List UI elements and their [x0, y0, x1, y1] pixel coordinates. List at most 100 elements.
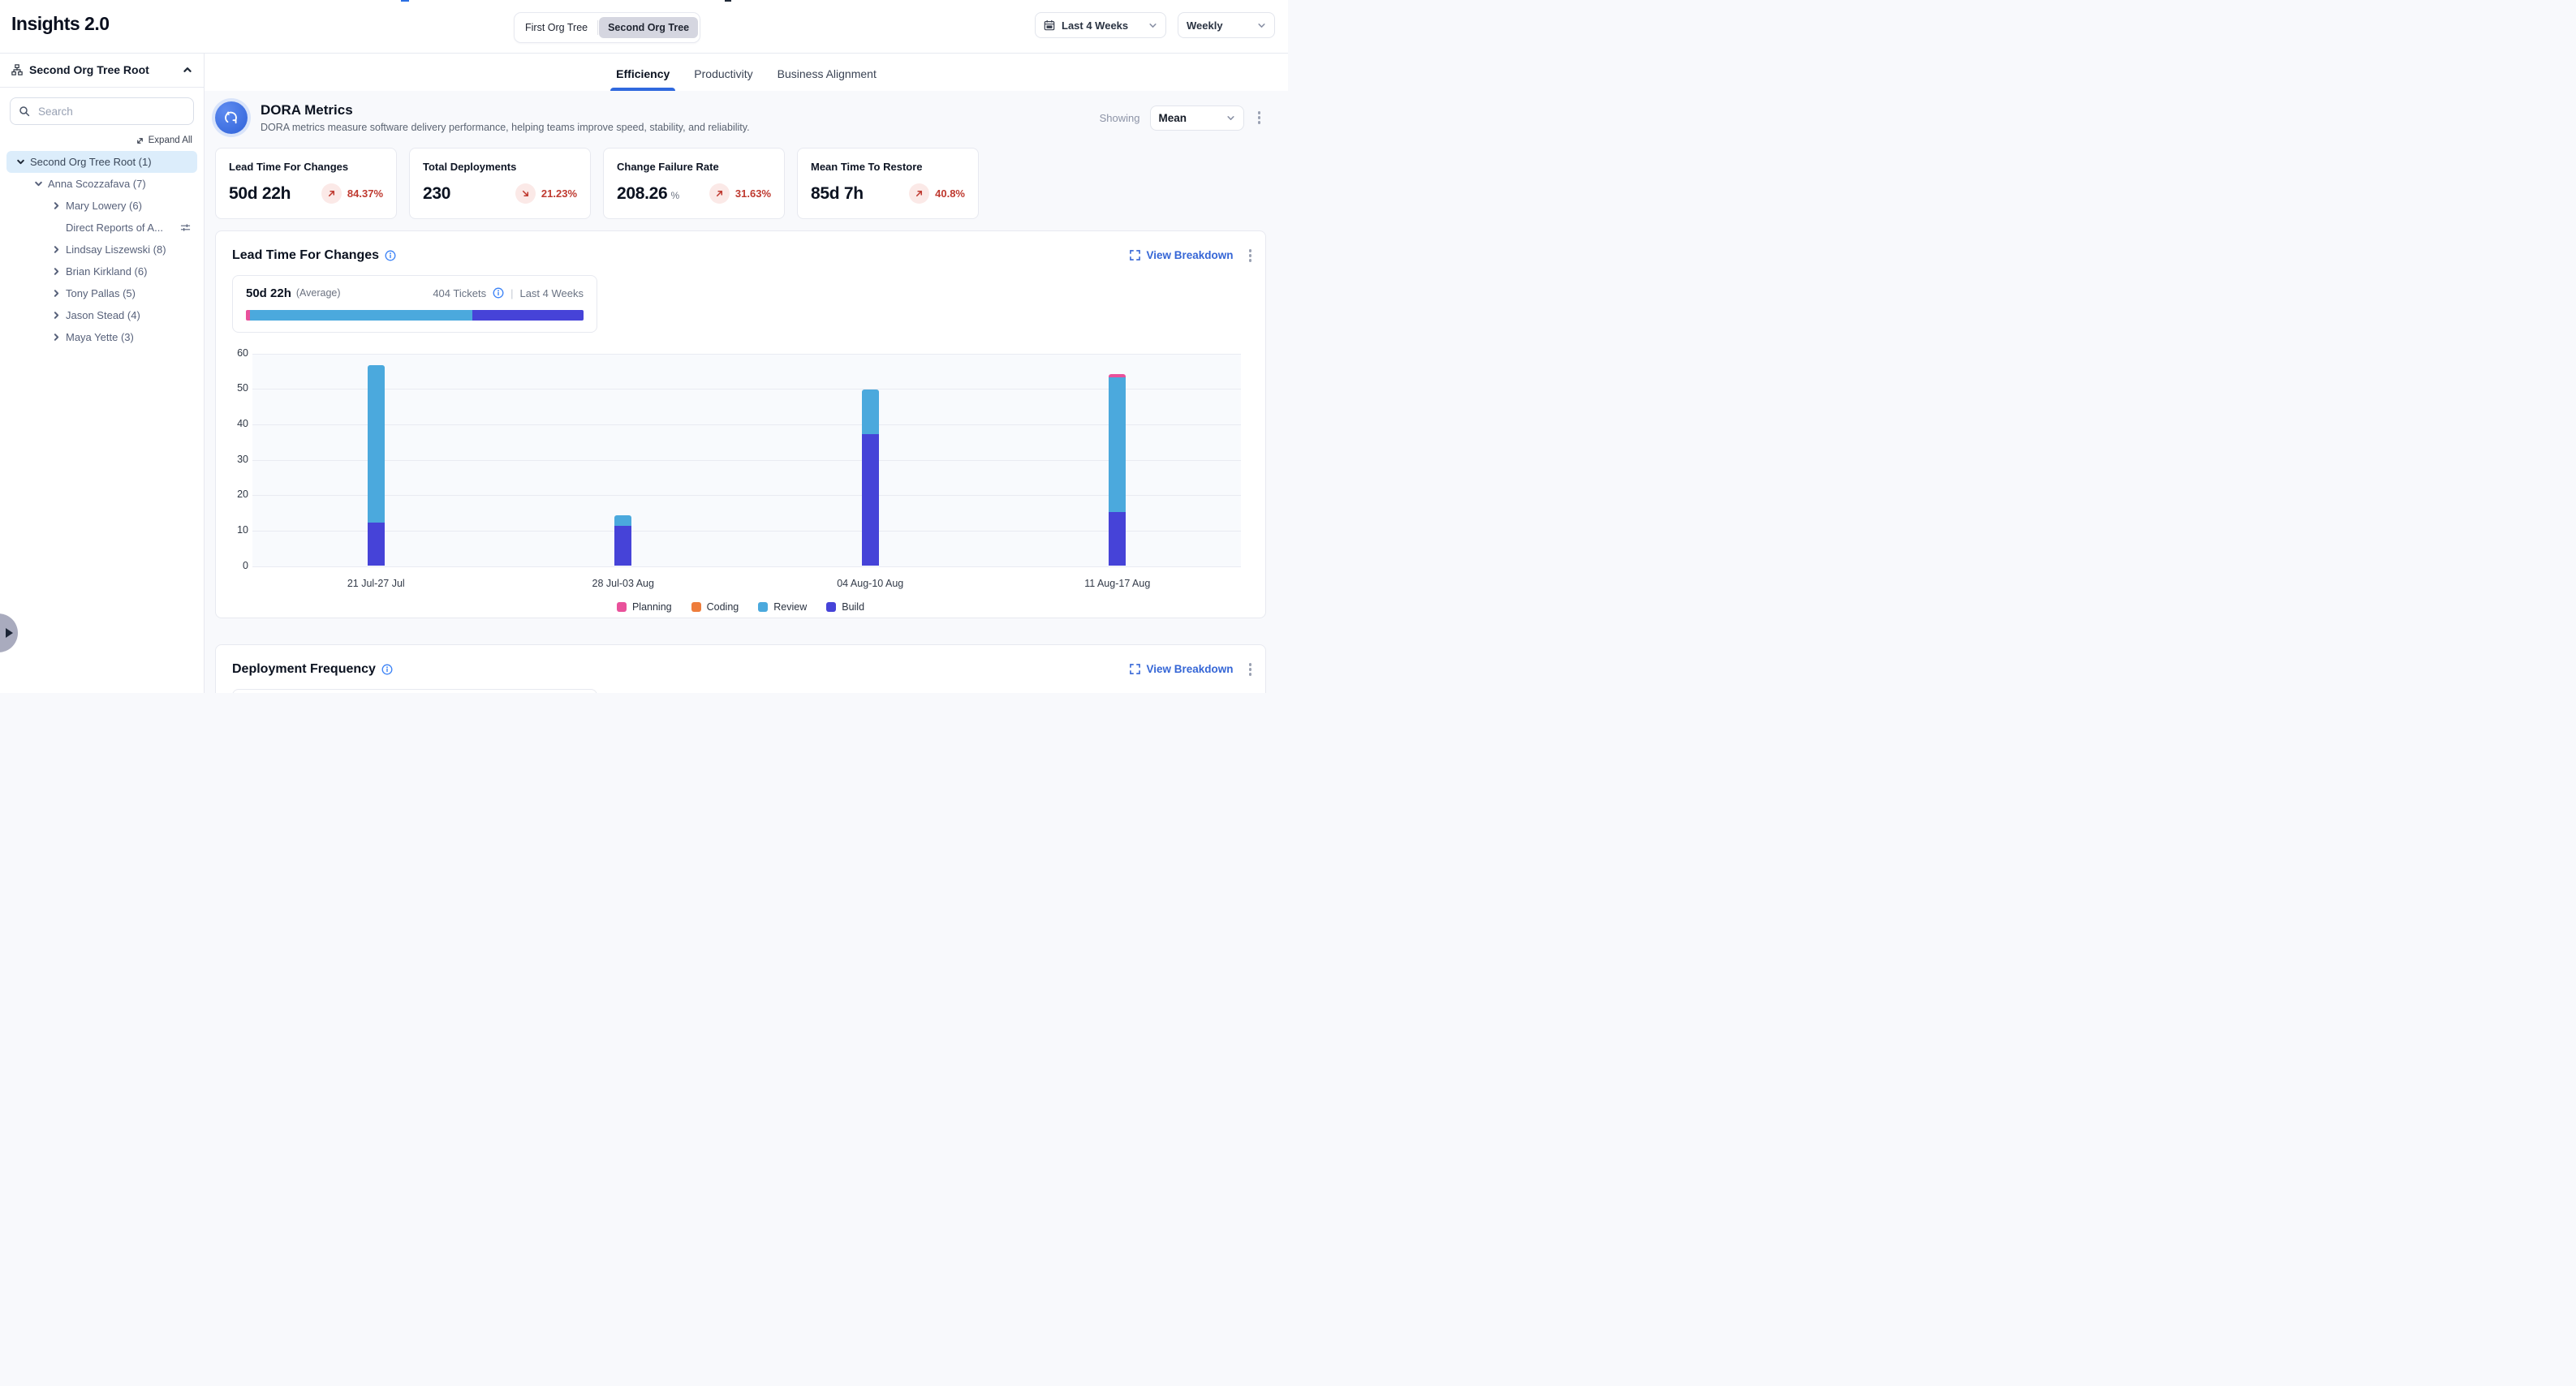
- dora-menu-button[interactable]: [1254, 108, 1265, 127]
- header-controls: Last 4 Weeks Weekly: [1035, 12, 1275, 38]
- tree-item-label: Tony Pallas (5): [66, 287, 136, 299]
- metric-card-total-deployments: Total Deployments23021.23%: [409, 148, 591, 219]
- top-header: Insights 2.0 First Org TreeSecond Org Tr…: [0, 0, 1288, 54]
- metric-delta: 21.23%: [515, 183, 577, 204]
- tree-item-anna-scozzafava-7[interactable]: Anna Scozzafava (7): [6, 173, 197, 195]
- legend-item-coding[interactable]: Coding: [691, 601, 739, 613]
- chevron-right-icon[interactable]: [52, 267, 61, 276]
- gridline-y10: [252, 531, 1241, 532]
- summary-range: Last 4 Weeks: [519, 287, 584, 299]
- chevron-right-icon[interactable]: [52, 289, 61, 298]
- view-breakdown-button[interactable]: View Breakdown: [1130, 249, 1233, 261]
- stacked-bar-28-jul-03-aug[interactable]: [614, 515, 631, 565]
- tree-item-jason-stead-4[interactable]: Jason Stead (4): [6, 304, 197, 326]
- expand-all-button[interactable]: Expand All: [0, 128, 204, 151]
- granularity-dropdown[interactable]: Weekly: [1178, 12, 1275, 38]
- tree-item-tony-pallas-5[interactable]: Tony Pallas (5): [6, 282, 197, 304]
- sidebar-search[interactable]: [10, 97, 194, 125]
- chart-legend: Planning Coding Review Build: [232, 601, 1249, 613]
- metric-title: Mean Time To Restore: [811, 161, 965, 173]
- active-tab-underline: [610, 88, 675, 91]
- date-range-dropdown[interactable]: Last 4 Weeks: [1035, 12, 1166, 38]
- y-tick-label: 30: [230, 454, 248, 465]
- metric-value-row: 50d 22h 84.37%: [229, 183, 383, 204]
- chevron-up-icon[interactable]: [183, 65, 192, 75]
- delta-percent: 21.23%: [541, 187, 577, 200]
- tab-productivity[interactable]: Productivity: [694, 67, 752, 91]
- showing-value: Mean: [1159, 112, 1187, 124]
- chevron-right-icon[interactable]: [52, 311, 61, 320]
- view-breakdown-button[interactable]: View Breakdown: [1130, 663, 1233, 675]
- gridline-y50: [252, 389, 1241, 390]
- dora-title: DORA Metrics: [261, 102, 750, 118]
- info-icon[interactable]: [493, 287, 504, 299]
- y-tick-label: 10: [230, 524, 248, 536]
- metric-title: Change Failure Rate: [617, 161, 771, 173]
- info-icon[interactable]: [385, 250, 396, 261]
- deployment-card-header: Deployment Frequency View Breakdown: [232, 660, 1249, 679]
- tree-item-direct-reports-of-a[interactable]: Direct Reports of A...: [6, 217, 197, 239]
- phase-bar-segment-review: [250, 310, 472, 321]
- dora-titles: DORA Metrics DORA metrics measure softwa…: [261, 102, 750, 133]
- stacked-bar-21-jul-27-jul[interactable]: [368, 365, 385, 566]
- tree-item-label: Brian Kirkland (6): [66, 265, 147, 278]
- tab-efficiency[interactable]: Efficiency: [616, 67, 670, 91]
- stacked-bar-11-aug-17-aug[interactable]: [1109, 374, 1126, 566]
- granularity-value: Weekly: [1187, 19, 1223, 32]
- deployment-menu-button[interactable]: [1245, 660, 1256, 679]
- chevron-right-icon[interactable]: [52, 245, 61, 254]
- deployment-summary-placeholder: [232, 689, 597, 694]
- metric-card-change-failure-rate: Change Failure Rate208.26%31.63%: [603, 148, 785, 219]
- tree-item-label: Direct Reports of A...: [66, 222, 163, 234]
- tree-item-brian-kirkland-6[interactable]: Brian Kirkland (6): [6, 260, 197, 282]
- tree-item-second-org-tree-root-1[interactable]: Second Org Tree Root (1): [6, 151, 197, 173]
- chevron-down-icon: [1257, 21, 1266, 30]
- filter-sliders-icon[interactable]: [180, 222, 191, 233]
- chevron-down-icon: [1226, 114, 1235, 123]
- metric-value: 50d 22h: [229, 184, 291, 204]
- metric-card-lead-time-for-changes: Lead Time For Changes50d 22h84.37%: [215, 148, 397, 219]
- org-tree-option-second-org-tree[interactable]: Second Org Tree: [599, 17, 698, 38]
- y-tick-label: 60: [230, 347, 248, 359]
- legend-swatch: [691, 602, 701, 612]
- chevron-down-icon[interactable]: [34, 179, 43, 188]
- chevron-down-icon[interactable]: [16, 157, 25, 166]
- tree-item-label: Lindsay Liszewski (8): [66, 243, 166, 256]
- metric-value-row: 23021.23%: [423, 183, 577, 204]
- lead-time-title-text: Lead Time For Changes: [232, 248, 379, 263]
- date-range-value: Last 4 Weeks: [1062, 19, 1128, 32]
- lead-time-chart: 0102030405060 PlanningCodingReviewBuild …: [232, 354, 1249, 613]
- chevron-right-icon[interactable]: [52, 201, 61, 210]
- expand-icon: [1130, 250, 1140, 260]
- chevron-right-icon[interactable]: [52, 333, 61, 342]
- bar-segment-build: [368, 523, 385, 565]
- info-icon[interactable]: [381, 664, 393, 675]
- search-input[interactable]: [37, 105, 185, 118]
- lead-time-header-controls: View Breakdown: [1130, 246, 1256, 265]
- lead-time-card: Lead Time For Changes View Breakdown: [215, 230, 1266, 618]
- org-tree-option-first-org-tree[interactable]: First Org Tree: [516, 17, 597, 38]
- tree-item-maya-yette-3[interactable]: Maya Yette (3): [6, 326, 197, 348]
- lead-time-menu-button[interactable]: [1245, 246, 1256, 265]
- bar-segment-build: [614, 526, 631, 565]
- stacked-bar-04-aug-10-aug[interactable]: [862, 390, 879, 565]
- chart-plot-area: 0102030405060: [252, 354, 1241, 566]
- sidebar: Second Org Tree Root Expand All Second O…: [0, 53, 205, 693]
- legend-item-planning[interactable]: Planning: [617, 601, 672, 613]
- gridline-y30: [252, 460, 1241, 461]
- metric-value: 85d 7h: [811, 184, 864, 204]
- summary-meta: 404 Tickets | Last 4 Weeks: [433, 287, 584, 299]
- tickets-count: 404 Tickets: [433, 287, 486, 299]
- tab-business-alignment[interactable]: Business Alignment: [778, 67, 877, 91]
- lead-time-card-header: Lead Time For Changes View Breakdown: [232, 246, 1249, 265]
- legend-item-build[interactable]: Build: [826, 601, 864, 613]
- tree-item-lindsay-liszewski-8[interactable]: Lindsay Liszewski (8): [6, 239, 197, 260]
- legend-item-review[interactable]: Review: [758, 601, 807, 613]
- metric-cards-row: Lead Time For Changes50d 22h84.37%Total …: [215, 148, 1266, 219]
- delta-percent: 84.37%: [347, 187, 383, 200]
- tree-item-mary-lowery-6[interactable]: Mary Lowery (6): [6, 195, 197, 217]
- org-tree: Second Org Tree Root (1)Anna Scozzafava …: [0, 151, 204, 348]
- y-tick-label: 0: [230, 560, 248, 571]
- tree-item-label: Maya Yette (3): [66, 331, 134, 343]
- showing-dropdown[interactable]: Mean: [1150, 105, 1244, 131]
